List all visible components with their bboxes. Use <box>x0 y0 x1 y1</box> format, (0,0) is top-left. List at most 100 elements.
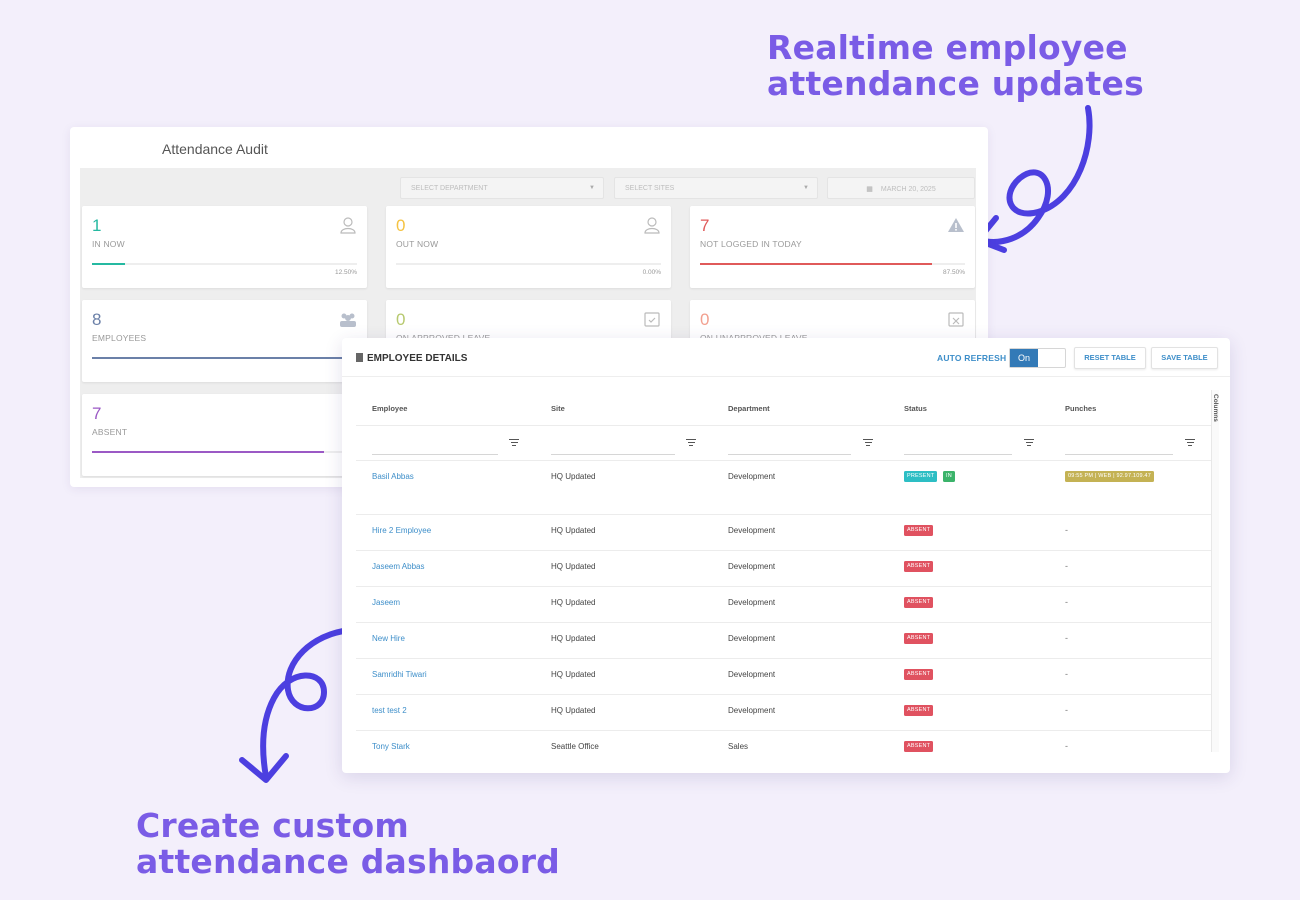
sites-select-value: SELECT SITES <box>625 185 675 192</box>
table-row[interactable]: Jaseem HQ Updated Development ABSENT - <box>356 587 1211 623</box>
table-row[interactable]: Tony Stark Seattle Office Sales ABSENT - <box>356 731 1211 767</box>
stat-progress <box>92 451 357 453</box>
status-badge: ABSENT <box>904 669 934 680</box>
stat-absent: 7 ABSENT 87 <box>82 394 367 476</box>
site-cell: HQ Updated <box>551 472 596 481</box>
auto-refresh-label: AUTO REFRESH <box>937 353 1007 363</box>
department-cell: Development <box>728 598 776 607</box>
site-cell: HQ Updated <box>551 706 596 715</box>
auto-refresh-toggle[interactable]: On <box>1009 348 1066 368</box>
stat-value: 1 <box>92 216 102 235</box>
department-cell: Development <box>728 562 776 571</box>
stat-progress <box>700 263 965 265</box>
status-badge: ABSENT <box>904 741 934 752</box>
headline-realtime-updates: Realtime employee attendance updates <box>767 30 1144 102</box>
stat-value: 0 <box>396 216 406 235</box>
table-row[interactable]: test test 2 HQ Updated Development ABSEN… <box>356 695 1211 731</box>
stat-percent: 87.50% <box>942 269 965 276</box>
date-picker-value: MARCH 20, 2025 <box>880 186 936 193</box>
document-icon <box>356 353 363 362</box>
employee-link[interactable]: Hire 2 Employee <box>372 526 431 535</box>
stat-label: OUT NOW <box>396 239 439 249</box>
stat-label: NOT LOGGED IN TODAY <box>700 239 802 249</box>
punches-cell: - <box>1065 705 1068 715</box>
stat-progress <box>92 263 357 265</box>
employee-link[interactable]: Samridhi Tiwari <box>372 670 427 679</box>
chevron-down-icon: ▼ <box>589 185 595 191</box>
stat-label: IN NOW <box>92 239 125 249</box>
column-header-punches[interactable]: Punches <box>1065 404 1096 413</box>
status-badge: PRESENT <box>904 471 938 482</box>
stat-value: 8 <box>92 310 102 329</box>
table-row[interactable]: Basil Abbas HQ Updated Development PRESE… <box>356 461 1211 515</box>
employee-link[interactable]: Jaseem Abbas <box>372 562 424 571</box>
status-badge: IN <box>943 471 955 482</box>
stat-in-now: 1 IN NOW 12.50% <box>82 206 367 288</box>
status-filter-input[interactable] <box>904 454 1012 455</box>
status-badge: ABSENT <box>904 633 934 644</box>
status-badge: ABSENT <box>904 705 934 716</box>
site-cell: Seattle Office <box>551 742 599 751</box>
punches-cell: - <box>1065 669 1068 679</box>
toggle-on-label: On <box>1010 349 1038 367</box>
save-table-button[interactable]: SAVE TABLE <box>1151 347 1218 369</box>
filter-icon[interactable] <box>509 439 519 447</box>
calendar-x-icon <box>948 312 964 327</box>
status-badge: ABSENT <box>904 597 934 608</box>
column-header-status[interactable]: Status <box>904 404 927 413</box>
headline-line: Create custom <box>136 806 409 845</box>
status-badge: ABSENT <box>904 525 934 536</box>
column-header-site[interactable]: Site <box>551 404 565 413</box>
stat-value: 7 <box>700 216 710 235</box>
punches-cell: - <box>1065 741 1068 751</box>
employee-link[interactable]: Basil Abbas <box>372 472 414 481</box>
table-row[interactable]: New Hire HQ Updated Development ABSENT - <box>356 623 1211 659</box>
site-filter-input[interactable] <box>551 454 675 455</box>
stat-label: ABSENT <box>92 427 128 437</box>
department-cell: Development <box>728 634 776 643</box>
site-cell: HQ Updated <box>551 526 596 535</box>
department-cell: Development <box>728 526 776 535</box>
department-select[interactable]: SELECT DEPARTMENT ▼ <box>400 177 604 199</box>
table-row[interactable]: Samridhi Tiwari HQ Updated Development A… <box>356 659 1211 695</box>
filter-icon[interactable] <box>863 439 873 447</box>
employee-link[interactable]: New Hire <box>372 634 405 643</box>
stat-label: EMPLOYEES <box>92 333 147 343</box>
calendar-icon: ▦ <box>866 186 873 193</box>
employee-link[interactable]: Jaseem <box>372 598 400 607</box>
employee-link[interactable]: Tony Stark <box>372 742 410 751</box>
department-filter-input[interactable] <box>728 454 851 455</box>
table-row[interactable]: Jaseem Abbas HQ Updated Development ABSE… <box>356 551 1211 587</box>
stat-value: 0 <box>700 310 710 329</box>
filter-icon[interactable] <box>686 439 696 447</box>
column-header-employee[interactable]: Employee <box>372 404 407 413</box>
employee-link[interactable]: test test 2 <box>372 706 407 715</box>
filter-icon[interactable] <box>1185 439 1195 447</box>
headline-custom-dashboard: Create custom attendance dashbaord <box>136 808 560 880</box>
users-icon <box>340 313 356 327</box>
date-picker[interactable]: ▦ MARCH 20, 2025 <box>827 177 975 199</box>
stat-progress <box>92 357 357 359</box>
stat-percent: 12.50% <box>334 269 357 276</box>
sites-select[interactable]: SELECT SITES ▼ <box>614 177 818 199</box>
warning-icon <box>948 218 964 232</box>
department-cell: Sales <box>728 742 749 751</box>
headline-line: Realtime employee <box>767 28 1128 67</box>
site-cell: HQ Updated <box>551 562 596 571</box>
columns-panel-toggle[interactable]: Columns <box>1211 390 1219 752</box>
stat-value: 0 <box>396 310 406 329</box>
reset-table-button[interactable]: RESET TABLE <box>1074 347 1146 369</box>
table-row[interactable]: Hire 2 Employee HQ Updated Development A… <box>356 515 1211 551</box>
punches-cell: - <box>1065 597 1068 607</box>
employee-filter-input[interactable] <box>372 454 498 455</box>
punches-cell: - <box>1065 561 1068 571</box>
punches-filter-input[interactable] <box>1065 454 1173 455</box>
filter-icon[interactable] <box>1024 439 1034 447</box>
punches-cell: - <box>1065 633 1068 643</box>
details-header: EMPLOYEE DETAILS AUTO REFRESH On RESET T… <box>342 338 1230 377</box>
user-icon <box>644 217 660 234</box>
chevron-down-icon: ▼ <box>803 185 809 191</box>
column-header-department[interactable]: Department <box>728 404 770 413</box>
calendar-check-icon <box>644 312 660 327</box>
stat-out-now: 0 OUT NOW 0.00% <box>386 206 671 288</box>
